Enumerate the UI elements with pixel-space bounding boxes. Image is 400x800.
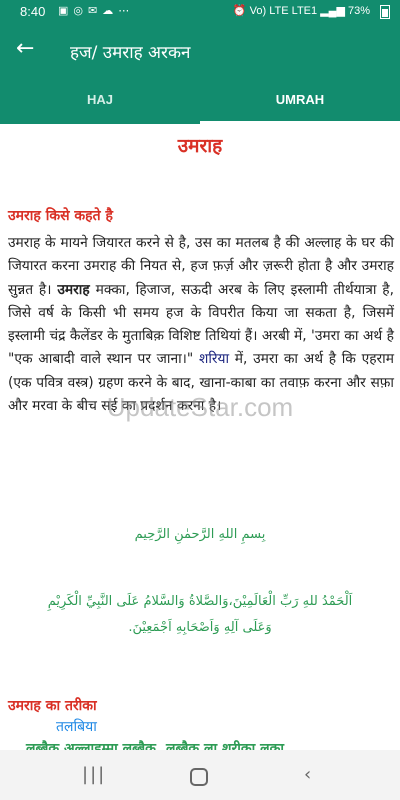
description-paragraph: उमराह के मायने जियारत करने से है, उस का … (8, 232, 394, 418)
para-blue-word: शरिया (198, 351, 230, 368)
notification-icons: ▣◎✉☁⋯ (58, 5, 135, 17)
arabic-dua-line1: اَلْحَمْدُ للهِ رَبِّ الْعَالَمِيْنَ،وَا… (47, 594, 353, 609)
talbiya-subheading: तलबिया (56, 719, 97, 735)
watermark: UpdateStar.com (106, 392, 294, 422)
status-right: ⏰ Vo) LTE LTE1 ▂▄▆ 73% (233, 4, 370, 17)
tab-bar: HAJ UMRAH (0, 80, 400, 124)
arrow-left-icon[interactable]: ← (16, 38, 34, 60)
app-bar: ← हज/ उमराह अरकन (0, 24, 400, 80)
arabic-dua-line2: وَعَلَى آلِهِ وَاَصْحَابِهِ اَجْمَعِيْنَ… (128, 620, 272, 635)
back-chevron-icon[interactable]: ‹ (304, 764, 311, 785)
network-label: Vo) LTE LTE1 (249, 5, 318, 17)
tab-haj[interactable]: HAJ (0, 80, 200, 124)
battery-label: 73% (347, 5, 370, 17)
tab-umrah[interactable]: UMRAH (200, 80, 400, 124)
signal-icon: ▂▄▆ (320, 5, 345, 17)
para-bold: उमराह (57, 281, 90, 298)
recent-apps-icon[interactable]: ||| (82, 764, 106, 785)
status-time: 8:40 (20, 4, 46, 19)
nav-bar: ||| ‹ (0, 750, 400, 800)
content-title: उमराह (177, 135, 223, 157)
home-icon[interactable] (190, 768, 208, 786)
section-heading: उमराह किसे कहते है (8, 208, 113, 224)
battery-icon (380, 5, 390, 19)
status-bar: 8:40 ▣◎✉☁⋯ ⏰ Vo) LTE LTE1 ▂▄▆ 73% (0, 0, 400, 24)
talbiya-line: लब्बैक अल्लाहुम्मा लब्बैक, लब्बैक ला शरी… (26, 741, 285, 750)
tab-umrah-label: UMRAH (275, 92, 325, 107)
alarm-icon: ⏰ (232, 5, 247, 17)
page-title-bar: हज/ उमराह अरकन (70, 43, 191, 63)
arabic-basmala: بِسمِ اللهِ الرَّحمٰنِ الرَّحِيم (134, 527, 266, 542)
section2-heading: उमराह का तरीका (8, 698, 97, 714)
content-area[interactable]: उमराह उमराह किसे कहते है उमराह के मायने … (0, 124, 400, 750)
